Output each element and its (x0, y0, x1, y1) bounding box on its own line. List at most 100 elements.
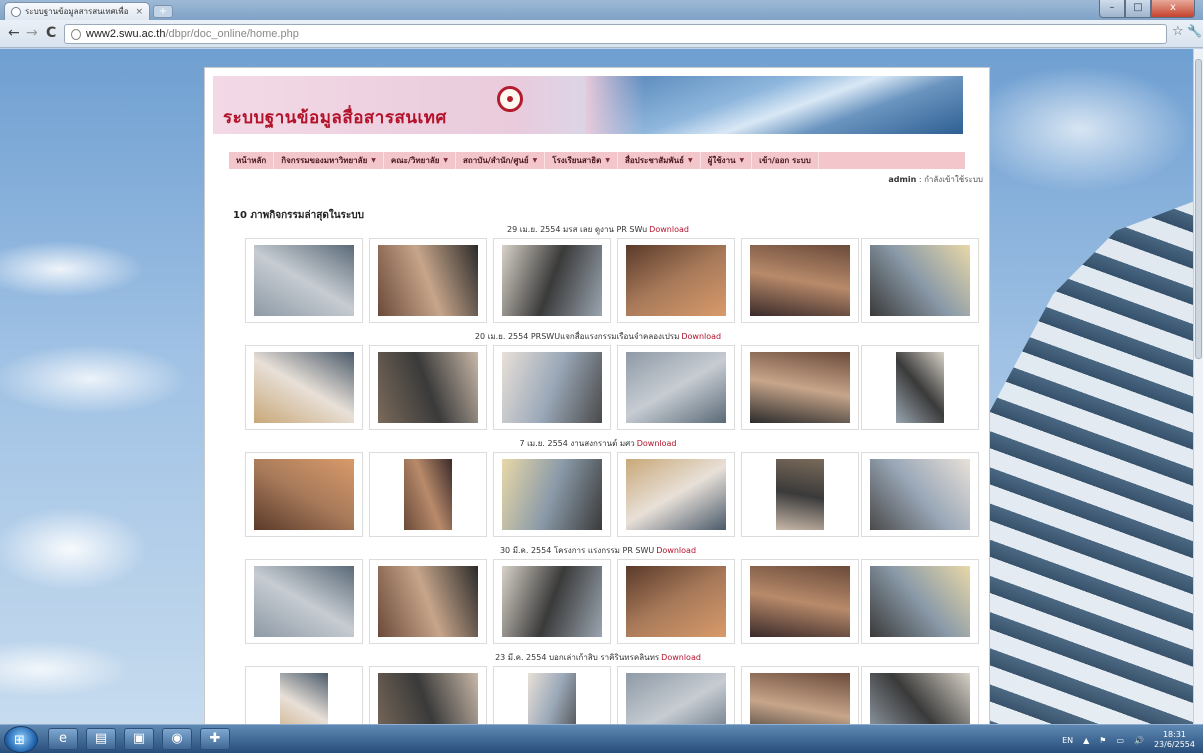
minimize-button[interactable]: – (1099, 0, 1125, 18)
browser-titlebar: ระบบฐานข้อมูลสารสนเทศเพื่อ × + – □ x (0, 0, 1203, 20)
app-icon[interactable]: ✚ (200, 728, 230, 750)
download-link[interactable]: Download (656, 546, 696, 555)
activity-thumbnail[interactable] (617, 666, 735, 724)
menu-item-label: โรงเรียนสาธิต (552, 156, 602, 165)
activity-thumbnail[interactable] (369, 559, 487, 644)
activity-photo (750, 245, 850, 316)
activity-photo (870, 459, 970, 530)
activity-thumbnail[interactable] (245, 559, 363, 644)
background-building-image (990, 199, 1193, 724)
activity-thumbnail[interactable] (493, 345, 611, 430)
maximize-button[interactable]: □ (1125, 0, 1151, 18)
wrench-icon[interactable]: 🔧 (1187, 24, 1202, 38)
activity-thumbnail[interactable] (861, 452, 979, 537)
menu-item[interactable]: เข้า/ออก ระบบ (752, 152, 819, 169)
start-button[interactable]: ⊞ (4, 726, 38, 753)
browser-viewport: ระบบฐานข้อมูลสื่อสารสนเทศ หน้าหลัก กิจกรร… (0, 49, 1193, 724)
activity-thumbnail[interactable] (861, 345, 979, 430)
activity-thumbnail[interactable] (741, 559, 859, 644)
activity-photo (378, 673, 478, 724)
activity-thumbnail[interactable] (617, 238, 735, 323)
browser-tab[interactable]: ระบบฐานข้อมูลสารสนเทศเพื่อ × (4, 2, 150, 20)
back-button[interactable]: ← (8, 25, 20, 41)
menu-item[interactable]: สถาบัน/สำนัก/ศูนย์ ▼ (456, 152, 546, 169)
activity-caption-text: 7 เม.ย. 2554 งานสงกรานต์ มศว (519, 439, 635, 448)
close-window-button[interactable]: x (1151, 0, 1195, 18)
activity-photo (502, 352, 602, 423)
activity-thumbnail[interactable] (493, 452, 611, 537)
activity-thumbnail[interactable] (369, 666, 487, 724)
main-menu: หน้าหลัก กิจกรรมของมหาวิทยาลัย ▼ คณะ/วิทยาล… (229, 152, 965, 169)
reload-button[interactable]: C (46, 25, 56, 41)
activity-thumbnail[interactable] (245, 452, 363, 537)
show-hidden-icons-icon[interactable]: ▲ (1083, 736, 1089, 745)
menu-item[interactable]: คณะ/วิทยาลัย ▼ (384, 152, 457, 169)
menu-item[interactable]: ผู้ใช้งาน ▼ (701, 152, 753, 169)
activity-thumbnail[interactable] (245, 345, 363, 430)
new-tab-button[interactable]: + (153, 5, 173, 18)
activity-photo (502, 245, 602, 316)
flag-icon[interactable]: ⚑ (1099, 736, 1106, 745)
activity-photo (378, 352, 478, 423)
download-link[interactable]: Download (681, 332, 721, 341)
file-explorer-icon[interactable]: ▤ (86, 728, 116, 750)
activity-photo (626, 245, 726, 316)
media-player-icon[interactable]: ▣ (124, 728, 154, 750)
forward-button[interactable]: → (26, 25, 38, 41)
activity-thumbnail[interactable] (245, 238, 363, 323)
menu-item[interactable]: สื่อประชาสัมพันธ์ ▼ (618, 152, 701, 169)
scrollbar-thumb[interactable] (1195, 59, 1202, 359)
volume-icon[interactable]: 🔊 (1134, 736, 1144, 745)
menu-item[interactable]: กิจกรรมของมหาวิทยาลัย ▼ (274, 152, 384, 169)
activity-thumbnail[interactable] (617, 559, 735, 644)
activity-thumbnail[interactable] (741, 238, 859, 323)
activity-photo (404, 459, 452, 530)
clock[interactable]: 18:31 23/6/2554 (1154, 730, 1195, 750)
activity-caption: 23 มี.ค. 2554 บอกเล่าเก้าสิบ ราคิรินทรคล… (205, 651, 991, 664)
activity-thumbnail[interactable] (369, 452, 487, 537)
menu-item[interactable]: โรงเรียนสาธิต ▼ (545, 152, 618, 169)
language-indicator[interactable]: EN (1062, 736, 1073, 745)
activity-thumbnail[interactable] (493, 559, 611, 644)
menu-item-label: หน้าหลัก (236, 156, 267, 165)
tab-close-button[interactable]: × (135, 7, 143, 17)
download-link[interactable]: Download (661, 653, 701, 662)
activity-thumbnail[interactable] (861, 559, 979, 644)
activity-thumbnail[interactable] (493, 666, 611, 724)
download-link[interactable]: Download (649, 225, 689, 234)
globe-icon (11, 6, 21, 17)
activity-photo (626, 566, 726, 637)
activity-photo (896, 352, 944, 423)
activity-thumbnail[interactable] (369, 238, 487, 323)
browser-toolbar: ← → C www2.swu.ac.th/dbpr/doc_online/hom… (0, 20, 1203, 48)
clock-time: 18:31 (1162, 730, 1187, 739)
menu-item-label: สถาบัน/สำนัก/ศูนย์ (463, 156, 529, 165)
web-page: ระบบฐานข้อมูลสื่อสารสนเทศ หน้าหลัก กิจกรร… (204, 67, 990, 724)
chevron-down-icon: ▼ (605, 157, 610, 164)
activity-thumbnail[interactable] (861, 666, 979, 724)
menu-item[interactable]: หน้าหลัก (229, 152, 275, 169)
activity-thumbnail[interactable] (861, 238, 979, 323)
activity-thumbnail[interactable] (369, 345, 487, 430)
activity-photo (626, 673, 726, 724)
vertical-scrollbar[interactable] (1193, 49, 1203, 724)
activity-thumbnail[interactable] (617, 452, 735, 537)
address-bar[interactable]: www2.swu.ac.th/dbpr/doc_online/home.php (64, 24, 1167, 44)
activity-photo (870, 245, 970, 316)
activity-thumbnail[interactable] (741, 345, 859, 430)
activity-caption: 20 เม.ย. 2554 PRSWUแจกสื่อแรงกรรมเรือนจำ… (205, 330, 991, 343)
internet-explorer-icon[interactable]: e (48, 728, 78, 750)
activity-thumbnail[interactable] (245, 666, 363, 724)
activity-thumbnail[interactable] (741, 452, 859, 537)
chrome-icon[interactable]: ◉ (162, 728, 192, 750)
activity-photo (254, 459, 354, 530)
activity-photo (626, 459, 726, 530)
chevron-down-icon: ▼ (688, 157, 693, 164)
menu-item-label: คณะ/วิทยาลัย (390, 156, 440, 165)
activity-thumbnail[interactable] (741, 666, 859, 724)
network-icon[interactable]: ▭ (1116, 736, 1124, 745)
star-icon[interactable]: ☆ (1172, 24, 1184, 39)
download-link[interactable]: Download (637, 439, 677, 448)
activity-thumbnail[interactable] (493, 238, 611, 323)
activity-thumbnail[interactable] (617, 345, 735, 430)
